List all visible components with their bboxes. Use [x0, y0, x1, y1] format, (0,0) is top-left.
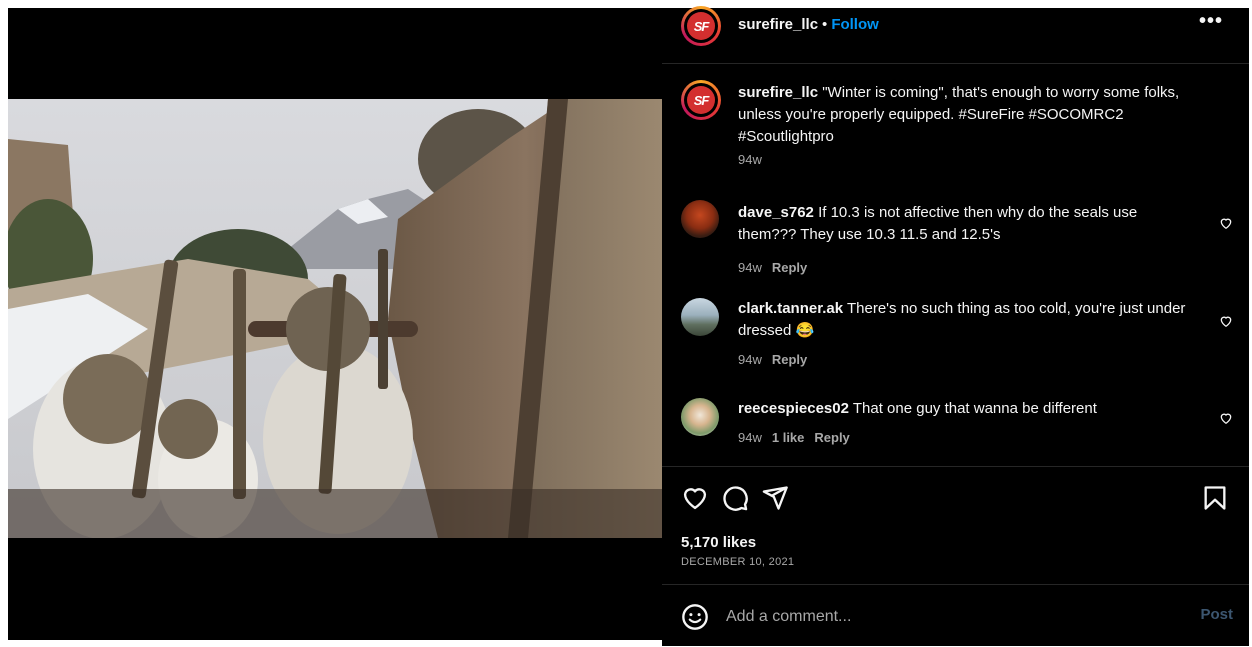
commenter-avatar[interactable]	[681, 298, 719, 336]
post-header: SF surefire_llc • Follow •••	[662, 6, 1249, 46]
comment-input[interactable]	[726, 605, 1166, 629]
header-text: surefire_llc • Follow	[738, 16, 879, 33]
comment-time[interactable]: 94w	[738, 430, 762, 445]
post-date[interactable]: DECEMBER 10, 2021	[681, 556, 794, 568]
surefire-logo-icon: SF	[687, 86, 715, 114]
more-icon[interactable]: •••	[1199, 10, 1223, 33]
surefire-logo-icon: SF	[687, 12, 715, 40]
author-avatar[interactable]: SF	[681, 6, 721, 46]
comment-meta: 94w Reply	[738, 352, 817, 367]
comment-username[interactable]: reecespieces02	[738, 400, 849, 417]
comment-icon[interactable]	[721, 484, 749, 512]
comment-time[interactable]: 94w	[738, 352, 762, 367]
action-bar	[662, 478, 1249, 518]
comment-meta: 94w 1 like Reply	[738, 430, 860, 445]
caption-timestamp[interactable]: 94w	[738, 152, 762, 167]
commenter-avatar[interactable]	[681, 200, 719, 238]
separator-dot: •	[822, 16, 828, 33]
post-sidebar: SF surefire_llc • Follow ••• SF surefire_l…	[662, 6, 1249, 646]
comment-composer: Post	[662, 593, 1249, 639]
comment-time[interactable]: 94w	[738, 260, 762, 275]
comment-username[interactable]: dave_s762	[738, 204, 814, 221]
comment-meta: 94w Reply	[738, 260, 817, 275]
header-divider	[662, 63, 1249, 64]
comment-reply-button[interactable]: Reply	[772, 352, 807, 367]
post-photo[interactable]	[8, 99, 662, 538]
share-icon[interactable]	[761, 484, 789, 512]
photo-pane	[8, 8, 662, 640]
comment-heart-icon[interactable]	[1219, 314, 1233, 328]
like-count[interactable]: 5,170 likes	[681, 534, 756, 551]
comment-heart-icon[interactable]	[1219, 216, 1233, 230]
comment-body: reecespieces02 That one guy that wanna b…	[738, 398, 1188, 420]
comment-reply-button[interactable]: Reply	[772, 260, 807, 275]
emoji-icon[interactable]	[681, 603, 709, 631]
post-caption: surefire_llc "Winter is coming", that's …	[738, 82, 1208, 148]
comment-body: clark.tanner.ak There's no such thing as…	[738, 298, 1188, 342]
follow-button[interactable]: Follow	[831, 16, 879, 33]
heart-icon[interactable]	[681, 484, 709, 512]
comment-reply-button[interactable]: Reply	[814, 430, 849, 445]
comment-likes[interactable]: 1 like	[772, 430, 805, 445]
caption-username[interactable]: surefire_llc	[738, 84, 818, 101]
comment-heart-icon[interactable]	[1219, 411, 1233, 425]
caption-avatar[interactable]: SF	[681, 80, 721, 120]
composer-divider	[662, 584, 1249, 585]
post-image	[8, 99, 662, 538]
post-button[interactable]: Post	[1200, 606, 1233, 623]
commenter-avatar[interactable]	[681, 398, 719, 436]
comment-body: dave_s762 If 10.3 is not affective then …	[738, 202, 1188, 246]
bookmark-icon[interactable]	[1201, 484, 1229, 512]
actions-divider	[662, 466, 1249, 467]
comment-text: That one guy that wanna be different	[852, 400, 1097, 417]
comment-username[interactable]: clark.tanner.ak	[738, 300, 843, 317]
author-username[interactable]: surefire_llc	[738, 16, 818, 33]
